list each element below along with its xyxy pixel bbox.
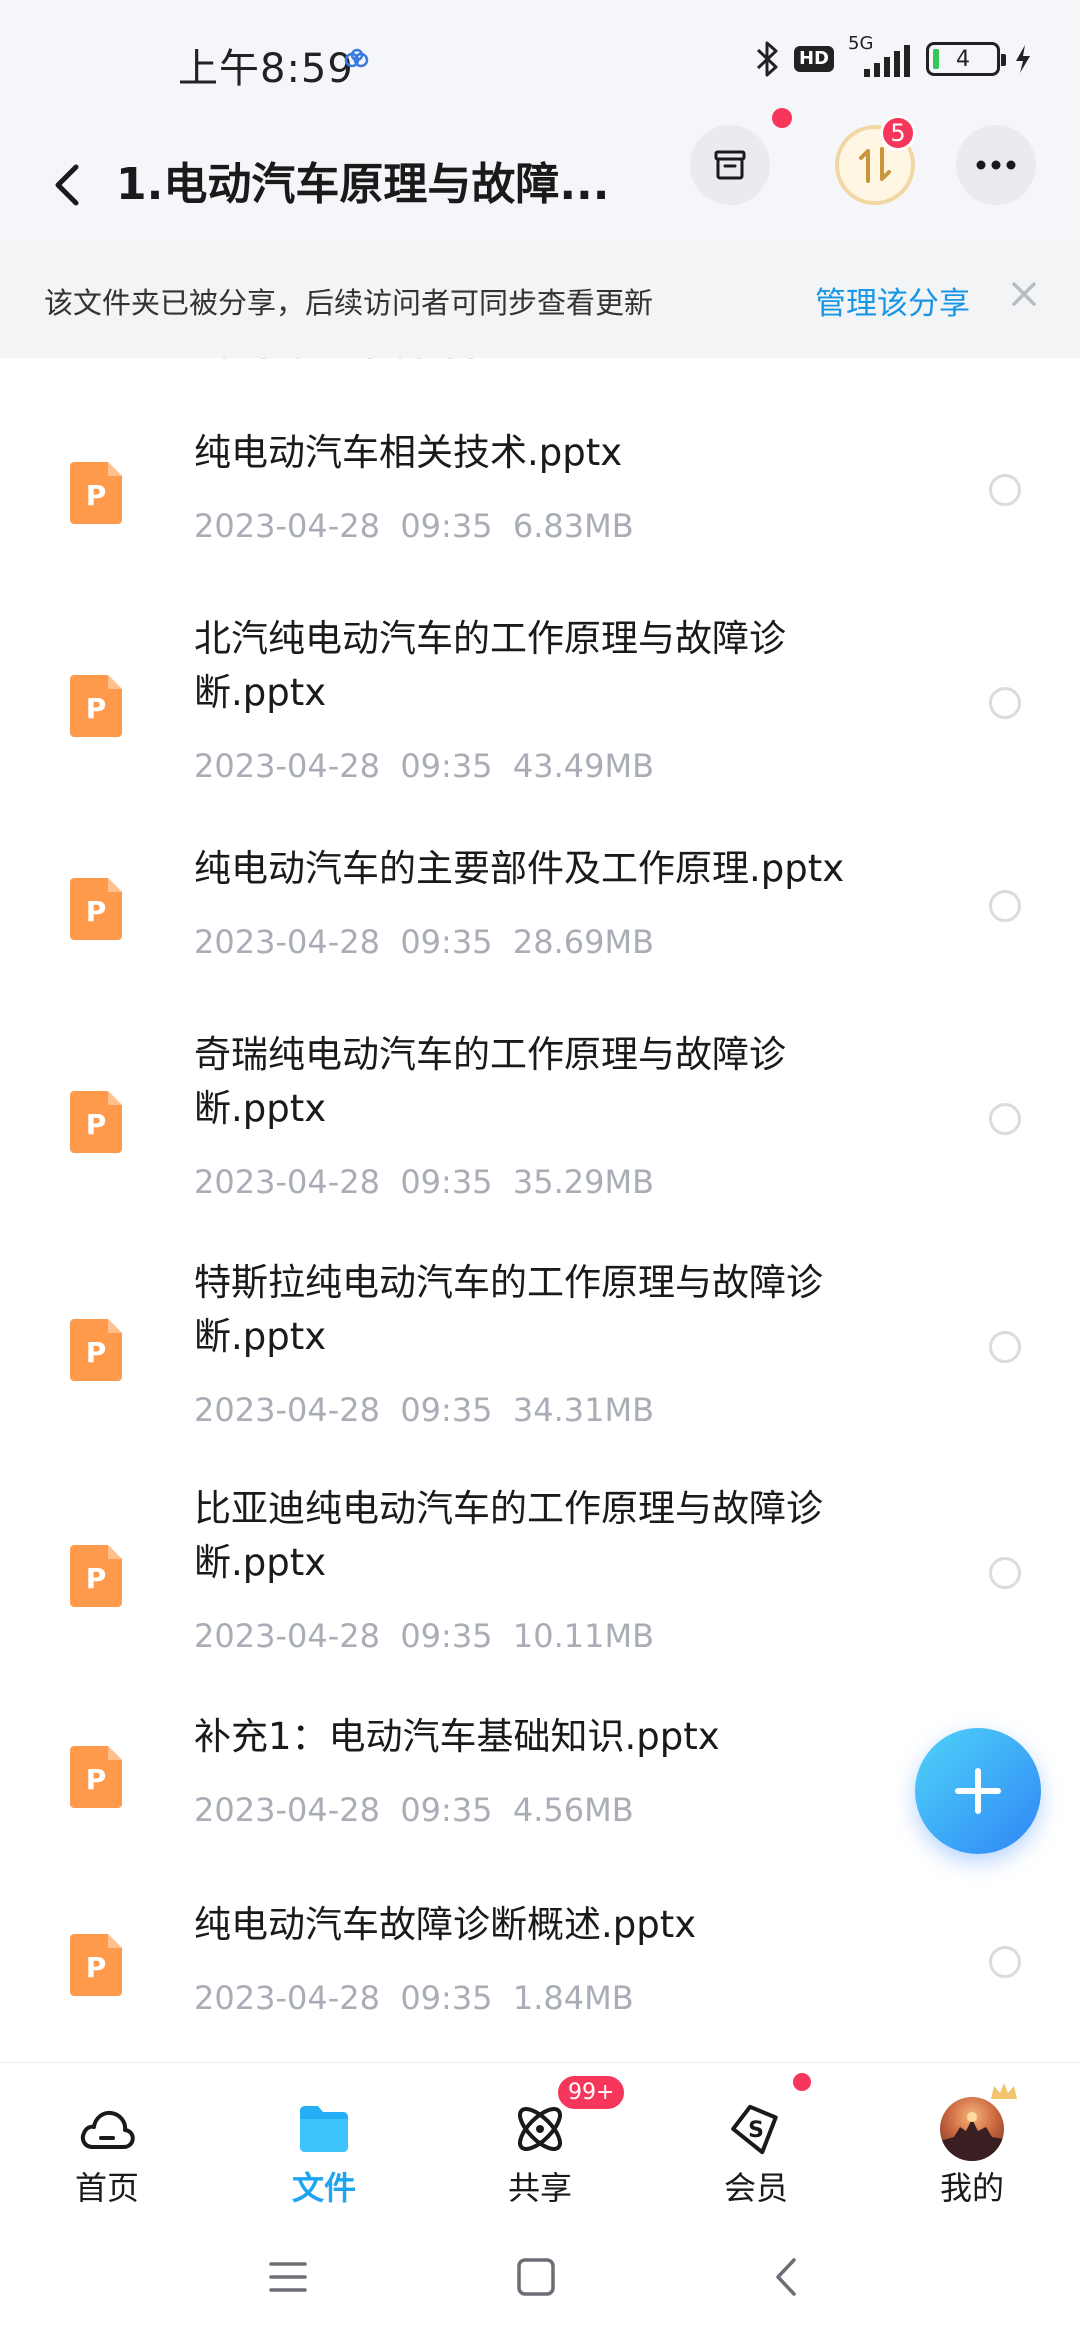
select-radio[interactable] <box>989 687 1021 719</box>
close-icon <box>1012 282 1036 306</box>
select-radio[interactable] <box>989 1557 1021 1589</box>
pptx-file-icon: P <box>70 1090 122 1153</box>
select-radio[interactable] <box>989 889 1021 922</box>
file-name: 纯电动汽车故障诊断概述.pptx <box>194 1902 697 1946</box>
svg-text:P: P <box>86 1336 107 1369</box>
share-banner: 该文件夹已被分享，后续访问者可同步查看更新 管理该分享 <box>0 240 1080 358</box>
share-banner-text: 该文件夹已被分享，后续访问者可同步查看更新 <box>44 286 654 320</box>
close-banner-button[interactable] <box>1006 276 1042 312</box>
file-name: 比亚迪纯电动汽车的工作原理与故障诊断.pptx <box>194 1487 823 1584</box>
header: 1.电动汽车原理与故障... 5 <box>0 108 1080 240</box>
svg-text:P: P <box>86 1108 107 1141</box>
folder-icon <box>300 2106 348 2152</box>
crown-icon <box>991 2083 1017 2099</box>
select-radio[interactable] <box>989 1102 1021 1135</box>
manage-share-link[interactable]: 管理该分享 <box>815 278 970 323</box>
svg-text:P: P <box>86 692 107 725</box>
back-triangle-icon[interactable] <box>762 2252 812 2302</box>
svg-text:S: S <box>748 2118 764 2143</box>
signal-icon: 5G <box>848 33 912 81</box>
pptx-file-icon: P <box>70 1318 122 1381</box>
nav-files-label: 文件 <box>291 2169 356 2207</box>
file-meta: 2023-04-28 09:35 6.83MB <box>194 507 634 545</box>
hd-badge: HD <box>793 46 834 72</box>
file-name: 北汽纯电动汽车的工作原理与故障诊断.pptx <box>194 617 786 714</box>
file-meta: 2023-04-28 09:35 43.49MB <box>194 747 655 785</box>
file-name: 补充1：电动汽车基础知识.pptx <box>194 1715 720 1758</box>
file-meta: 2023-04-28 09:35 10.11MB <box>194 1617 655 1655</box>
nav-home[interactable]: 首页 <box>32 2063 182 2213</box>
share-badge: 99+ <box>555 2073 628 2112</box>
pptx-file-icon: P <box>70 877 122 940</box>
file-name: 纯电动汽车的主要部件及工作原理.pptx <box>194 846 845 890</box>
file-name: 奇瑞纯电动汽车的工作原理与故障诊断.pptx <box>194 1032 786 1130</box>
nav-share[interactable]: 99+ 共享 <box>465 2063 628 2213</box>
nav-vip-label: 会员 <box>723 2169 788 2207</box>
svg-text:P: P <box>86 1562 107 1595</box>
notification-dot <box>772 108 792 128</box>
svg-text:P: P <box>86 1951 107 1984</box>
more-options-button[interactable] <box>956 125 1036 205</box>
battery-level: 4 <box>956 46 970 72</box>
vip-dot <box>793 2073 811 2091</box>
transfer-count-badge: 5 <box>880 115 916 151</box>
home-square-icon[interactable] <box>511 2252 561 2302</box>
status-bar: 上午8:59 HD 5G 4 <box>0 0 1080 120</box>
nav-files[interactable]: 文件 <box>249 2063 399 2213</box>
archive-icon <box>714 150 746 180</box>
file-meta: 2023-04-28 09:35 35.29MB <box>194 1162 655 1201</box>
pptx-file-icon: P <box>70 462 122 524</box>
file-meta: 2023-04-28 09:35 4.56MB <box>194 1791 634 1829</box>
svg-text:P: P <box>86 895 107 928</box>
svg-text:P: P <box>86 1763 107 1796</box>
cloud-sync-icon <box>344 48 369 68</box>
nav-vip[interactable]: S 会员 <box>681 2063 831 2213</box>
svg-text:P: P <box>86 479 107 512</box>
nav-me-label: 我的 <box>939 2169 1004 2207</box>
transfer-icon <box>859 147 891 183</box>
bluetooth-icon <box>756 41 778 77</box>
partial-file-meta: 2023-04-28 09:35 17.71MB <box>194 358 634 366</box>
pptx-file-icon: P <box>70 1933 122 1996</box>
bottom-nav: 首页 文件 99+ 共享 S 会员 我的 <box>0 2062 1080 2212</box>
charging-icon <box>1016 45 1030 73</box>
back-button[interactable] <box>42 140 92 230</box>
nav-share-label: 共享 <box>507 2169 572 2207</box>
pptx-file-icon: P <box>70 1545 122 1607</box>
select-radio[interactable] <box>989 1945 1021 1978</box>
more-horizontal-icon <box>976 160 1016 170</box>
home-cloud-icon <box>80 2110 135 2149</box>
select-radio[interactable] <box>989 474 1021 506</box>
status-time: 上午8:59 <box>178 46 354 92</box>
vip-diamond-icon: S <box>731 2104 778 2155</box>
page-title: 1.电动汽车原理与故障... <box>116 159 610 210</box>
archive-button[interactable] <box>690 125 770 205</box>
file-name: 纯电动汽车相关技术.pptx <box>194 431 623 474</box>
nav-me[interactable]: 我的 <box>897 2063 1047 2213</box>
pptx-file-icon: P <box>70 675 122 737</box>
file-meta: 2023-04-28 09:35 34.31MB <box>194 1390 655 1429</box>
status-indicators: HD 5G 4 <box>754 33 1032 82</box>
system-nav-bar <box>0 2212 1080 2340</box>
chevron-left-icon <box>55 164 79 206</box>
pptx-file-icon: P <box>70 1746 122 1808</box>
file-meta: 2023-04-28 09:35 28.69MB <box>194 922 655 961</box>
add-button[interactable] <box>915 1728 1041 1854</box>
battery-icon: 4 <box>926 42 1006 76</box>
share-orbit-icon <box>518 2107 562 2151</box>
plus-icon <box>955 1768 1001 1814</box>
menu-icon[interactable] <box>263 2252 313 2302</box>
file-meta: 2023-04-28 09:35 1.84MB <box>194 1978 634 2017</box>
avatar <box>940 2097 1004 2161</box>
file-name: 特斯拉纯电动汽车的工作原理与故障诊断.pptx <box>194 1260 823 1358</box>
nav-home-label: 首页 <box>74 2169 139 2207</box>
select-radio[interactable] <box>989 1330 1021 1363</box>
